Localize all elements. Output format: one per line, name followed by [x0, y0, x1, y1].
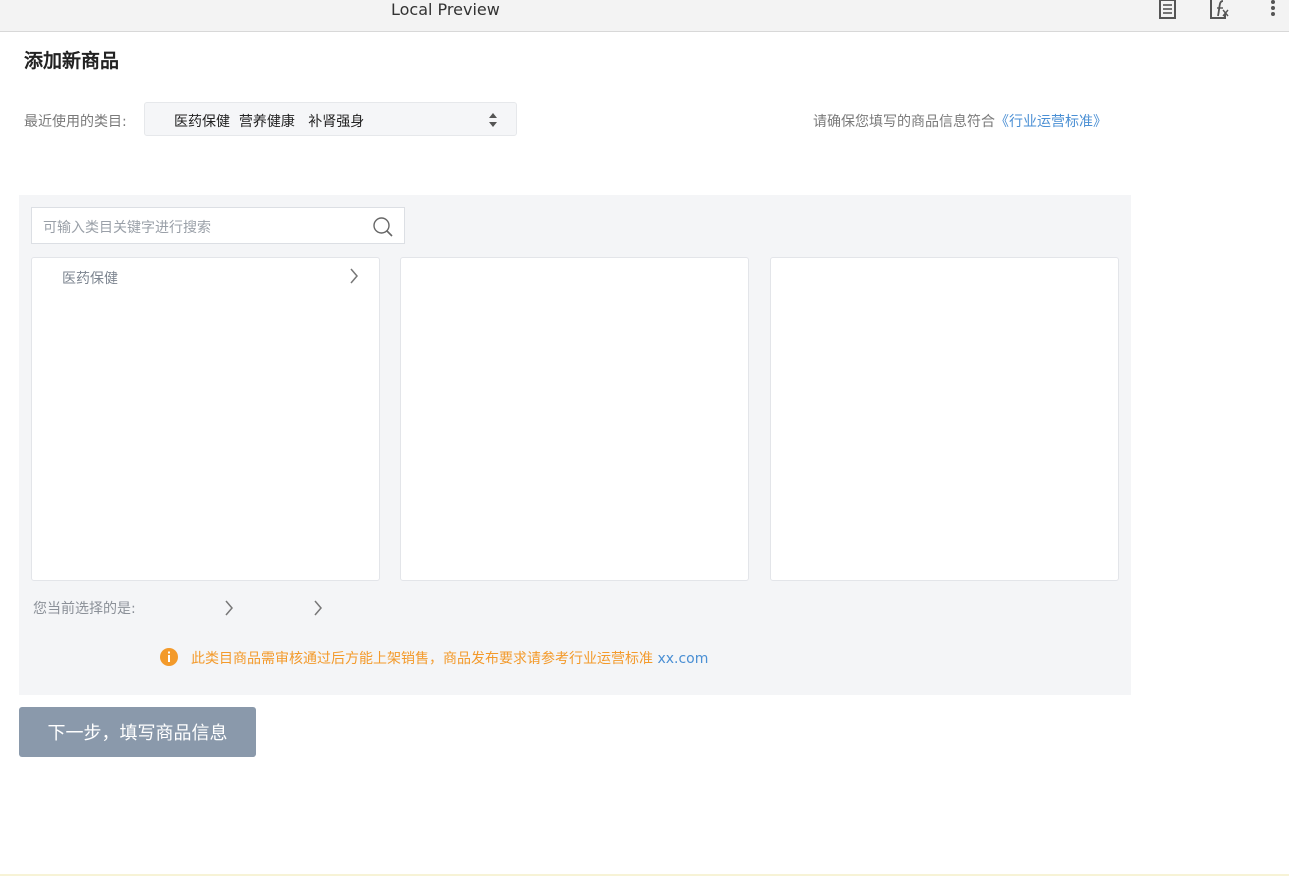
- category-picker-panel: 可输入类目关键字进行搜索 医药保健 您当前选择的是: 此类目商品需审核通过后方能…: [19, 195, 1131, 695]
- recent-category-select[interactable]: 医药保健 营养健康 补肾强身: [144, 102, 517, 136]
- select-arrows-icon: [488, 112, 498, 132]
- next-step-button[interactable]: 下一步，填写商品信息: [19, 707, 256, 757]
- category-column-level2: [400, 257, 749, 581]
- chevron-right-icon: [349, 268, 359, 288]
- category-item-label: 医药保健: [62, 271, 118, 287]
- warning-link[interactable]: xx.com: [657, 651, 708, 667]
- compliance-text: 请确保您填写的商品信息符合: [813, 114, 995, 130]
- category-column-level1: 医药保健: [31, 257, 380, 581]
- category-item-medical-health[interactable]: 医药保健: [32, 258, 379, 294]
- warning-text: 此类目商品需审核通过后方能上架销售，商品发布要求请参考行业运营标准: [191, 651, 653, 667]
- category-search-input[interactable]: 可输入类目关键字进行搜索: [31, 207, 405, 244]
- search-placeholder: 可输入类目关键字进行搜索: [43, 220, 211, 236]
- document-icon[interactable]: [1157, 0, 1179, 22]
- info-icon: [159, 647, 179, 671]
- chevron-right-icon: [224, 600, 234, 620]
- chevron-right-icon: [313, 600, 323, 620]
- compliance-notice: 请确保您填写的商品信息符合《行业运营标准》: [813, 111, 1107, 131]
- recent-category-label: 最近使用的类目:: [24, 114, 127, 130]
- page-title: 添加新商品: [24, 50, 120, 72]
- window-title: Local Preview: [391, 0, 500, 19]
- search-icon[interactable]: [372, 216, 394, 242]
- standards-link[interactable]: 《行业运营标准》: [995, 114, 1107, 130]
- preview-titlebar: Local Preview: [0, 0, 1289, 32]
- more-vertical-icon[interactable]: [1262, 0, 1284, 22]
- current-selection-label: 您当前选择的是:: [33, 601, 136, 617]
- formula-icon[interactable]: [1208, 0, 1230, 22]
- category-column-level3: [770, 257, 1119, 581]
- recent-category-value: 医药保健 营养健康 补肾强身: [174, 114, 365, 130]
